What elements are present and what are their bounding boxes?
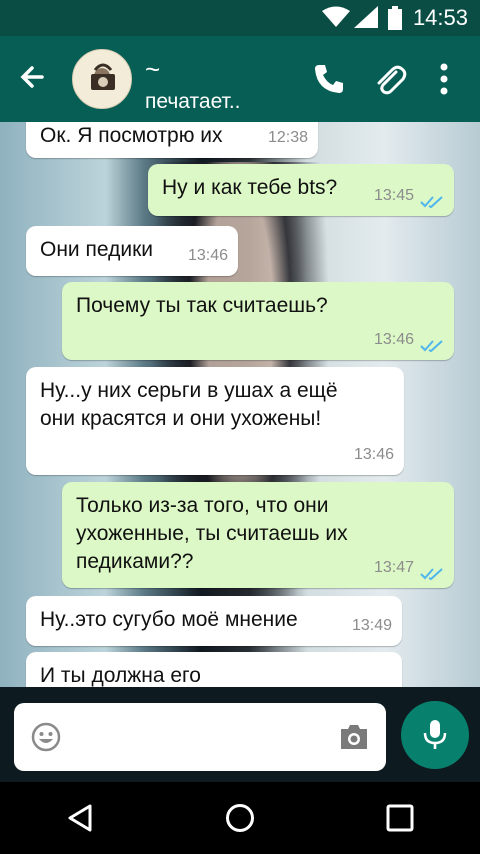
- message-text: И ты должна его: [40, 664, 201, 687]
- more-vertical-icon[interactable]: [438, 62, 450, 96]
- message-incoming[interactable]: Они педики 13:46: [26, 226, 238, 276]
- nav-recents-icon[interactable]: [386, 804, 414, 832]
- back-arrow-icon[interactable]: [12, 58, 52, 98]
- contact-name[interactable]: ~: [145, 56, 160, 82]
- signal-icon: [354, 6, 378, 28]
- wifi-icon: [322, 6, 350, 27]
- message-time: 13:46: [187, 247, 228, 264]
- status-bar: 14:53: [0, 0, 480, 36]
- typing-status: печатает..: [145, 90, 241, 113]
- message-incoming[interactable]: Ну..это сугубо моё мнение 13:49: [26, 596, 402, 646]
- message-text: Почему ты так считаешь?: [76, 294, 328, 317]
- nav-back-icon[interactable]: [66, 803, 94, 833]
- contact-avatar[interactable]: [72, 49, 132, 109]
- camera-icon[interactable]: [338, 723, 370, 751]
- message-time: 13:47: [373, 559, 414, 576]
- avatar-camera-icon: [91, 63, 115, 90]
- read-receipt-icon: [420, 568, 443, 581]
- message-outgoing[interactable]: Только из-за того, что они ухоженные, ты…: [62, 482, 454, 588]
- read-receipt-icon: [420, 196, 443, 209]
- smiley-icon[interactable]: [30, 721, 62, 753]
- message-text: Ок. Я посмотрю их: [40, 124, 223, 147]
- battery-icon: [388, 6, 402, 30]
- phone-icon[interactable]: [312, 62, 346, 96]
- message-time: 13:46: [353, 446, 394, 463]
- message-time: 13:49: [351, 617, 392, 634]
- chat-header: ~ печатает..: [0, 36, 480, 122]
- nav-home-icon[interactable]: [224, 802, 256, 834]
- message-text: Ну..это сугубо моё мнение: [40, 608, 298, 631]
- chat-area[interactable]: Ок. Я посмотрю их 12:38 Ну и как тебе bt…: [0, 122, 480, 687]
- message-text: Ну...у них серьги в ушах а ещё они крася…: [40, 379, 338, 430]
- message-text: Только из-за того, что они ухоженные, ты…: [76, 494, 348, 573]
- message-incoming[interactable]: Ну...у них серьги в ушах а ещё они крася…: [26, 367, 404, 475]
- message-outgoing[interactable]: Почему ты так считаешь? 13:46: [62, 282, 454, 360]
- message-text: Ну и как тебе bts?: [162, 176, 338, 199]
- message-outgoing[interactable]: Ну и как тебе bts? 13:45: [148, 164, 454, 216]
- microphone-button[interactable]: [401, 701, 469, 769]
- message-time: 13:45: [373, 187, 414, 204]
- message-time: 12:38: [267, 129, 308, 146]
- message-input[interactable]: [14, 703, 386, 771]
- system-navigation-bar: [0, 782, 480, 854]
- message-incoming[interactable]: И ты должна его: [26, 652, 402, 687]
- read-receipt-icon: [420, 340, 443, 353]
- microphone-icon: [423, 720, 447, 749]
- status-time: 14:53: [412, 5, 468, 30]
- message-incoming[interactable]: Ок. Я посмотрю их 12:38: [26, 122, 318, 158]
- message-text: Они педики: [40, 238, 153, 261]
- paperclip-icon[interactable]: [372, 62, 408, 98]
- message-time: 13:46: [373, 331, 414, 348]
